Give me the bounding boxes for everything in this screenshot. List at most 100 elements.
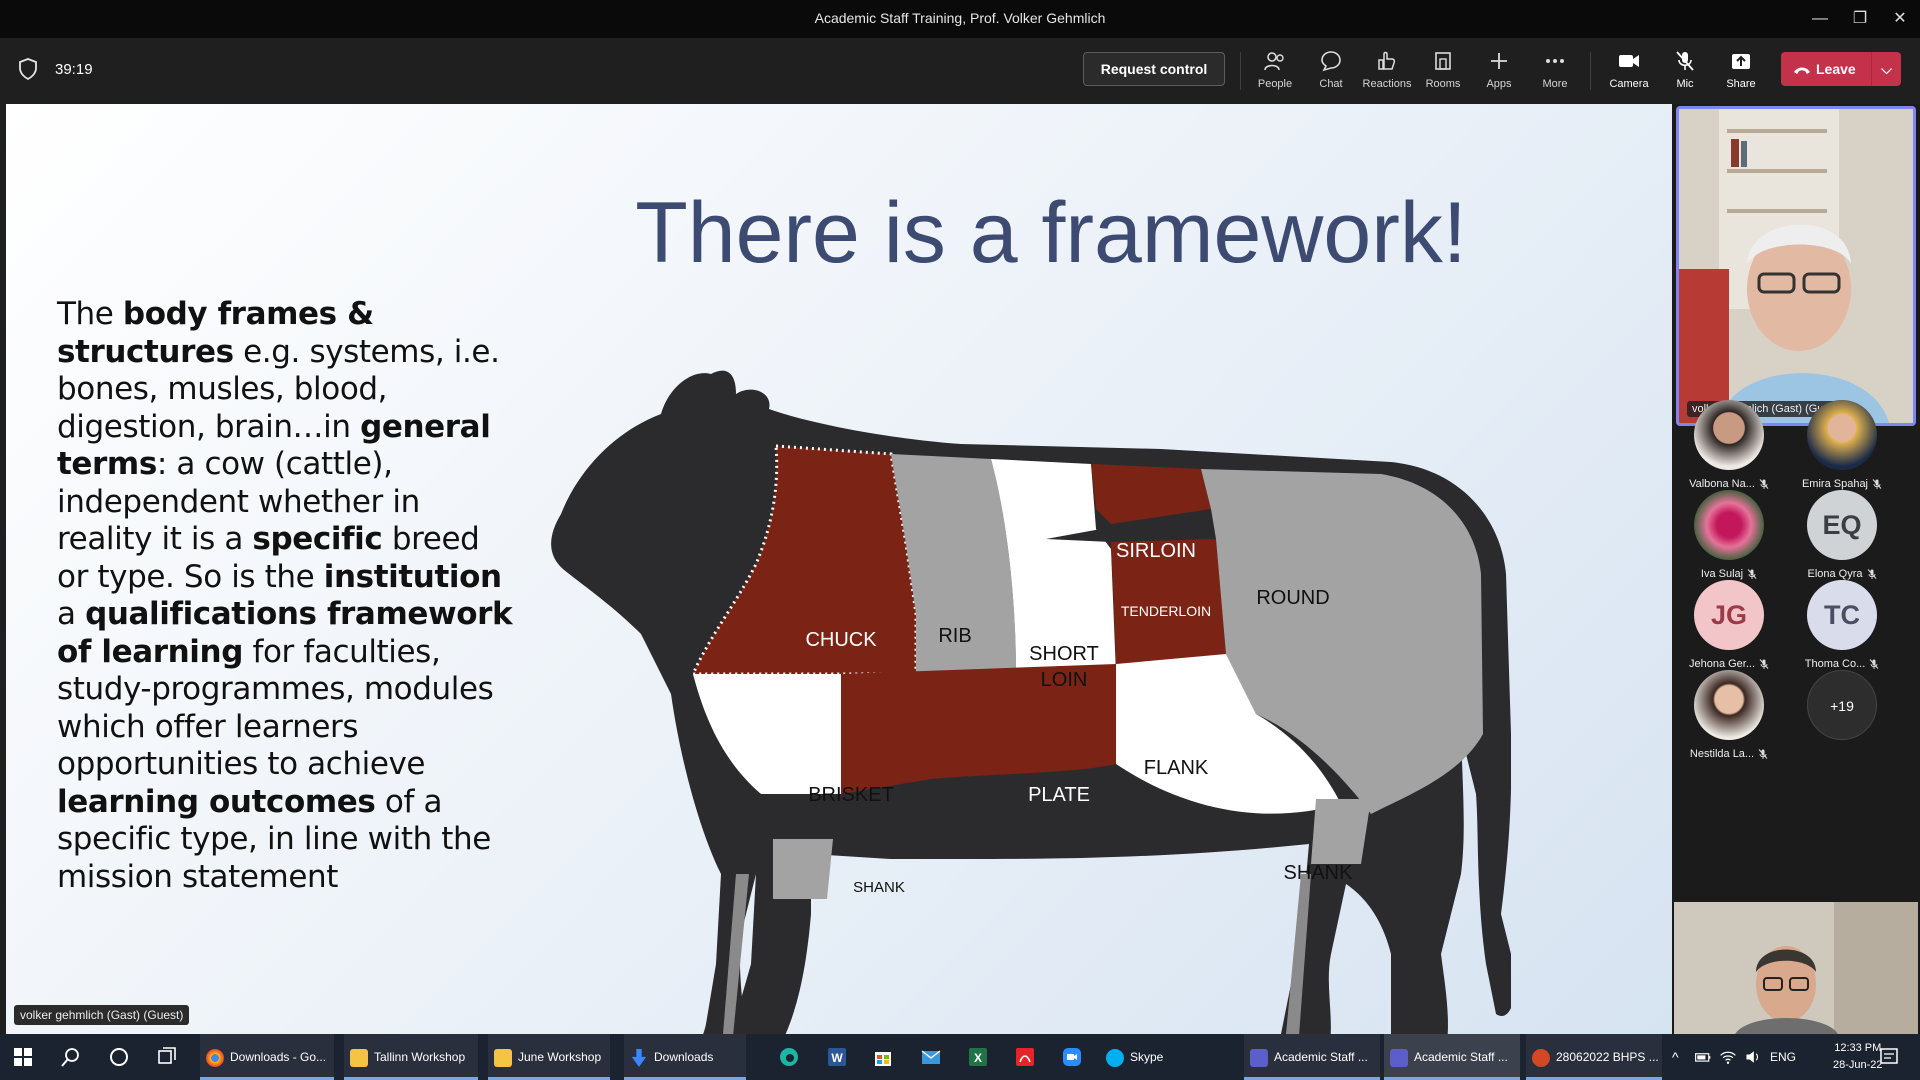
meeting-timer: 39:19 <box>55 61 93 78</box>
mic-off-icon <box>1676 51 1694 71</box>
cow-diagram: CHUCK RIB SHORT LOIN SIRLOIN TENDERLOIN … <box>551 370 1511 1034</box>
self-video-tile[interactable] <box>1674 902 1918 1036</box>
participant-name: Emira Spahaj <box>1801 478 1869 490</box>
label-shank-front: SHANK <box>853 879 905 896</box>
volume-icon[interactable] <box>1744 1046 1762 1068</box>
share-button[interactable]: Share <box>1715 46 1767 96</box>
avatar <box>1694 670 1764 740</box>
avatar: TC <box>1807 580 1877 650</box>
camera-label: Camera <box>1609 78 1649 90</box>
system-clock[interactable]: 12:33 PM 28-Jun-22 <box>1833 1040 1883 1074</box>
window-title-bar: Academic Staff Training, Prof. Volker Ge… <box>0 0 1920 38</box>
taskbar-label: Academic Staff ... <box>1274 1050 1368 1064</box>
mail-icon[interactable] <box>920 1046 942 1068</box>
language-indicator[interactable]: ENG <box>1770 1034 1806 1080</box>
label-bottom-sirloin-2: SIRLOIN <box>1133 690 1213 712</box>
chrome-icon <box>206 1048 224 1067</box>
participant-tile[interactable]: EQ Elona Qyra <box>1787 490 1897 590</box>
excel-icon[interactable]: X <box>967 1046 989 1068</box>
shared-slide: There is a framework! The body frames & … <box>6 104 1672 1034</box>
participant-tile[interactable]: Valbona Na... <box>1674 400 1784 500</box>
toolbar-divider <box>1240 52 1241 90</box>
camera-button[interactable]: Camera <box>1603 46 1655 96</box>
store-icon[interactable] <box>872 1046 894 1068</box>
taskbar-skype[interactable]: Skype <box>1100 1034 1210 1080</box>
avatar-initials: JG <box>1710 600 1748 630</box>
rooms-button[interactable]: Rooms <box>1417 46 1469 96</box>
avatar <box>1694 400 1764 470</box>
participant-tile[interactable]: Nestilda La... <box>1674 670 1784 770</box>
slide-body-text: The body frames & structures e.g. system… <box>57 296 517 896</box>
participant-name: Thoma Co... <box>1804 658 1866 670</box>
slide-title: There is a framework! <box>635 185 1467 281</box>
leave-label: Leave <box>1793 52 1856 86</box>
close-window-button[interactable]: ✕ <box>1880 4 1920 34</box>
participant-name-row: Jehona Ger... <box>1674 658 1784 670</box>
apps-button[interactable]: Apps <box>1473 46 1525 96</box>
people-button[interactable]: People <box>1249 46 1301 96</box>
more-label: More <box>1542 78 1568 90</box>
powerpoint-icon <box>1532 1048 1550 1067</box>
teams-icon <box>1250 1048 1268 1067</box>
notifications-icon[interactable] <box>1878 1046 1900 1068</box>
participant-name: Nestilda La... <box>1689 748 1755 760</box>
participant-tile[interactable]: JG Jehona Ger... <box>1674 580 1784 680</box>
participant-name-row: Iva Sulaj <box>1674 568 1784 580</box>
rooms-icon <box>1435 52 1451 70</box>
task-view-icon[interactable] <box>156 1046 178 1068</box>
battery-icon[interactable] <box>1694 1046 1712 1068</box>
participant-tile[interactable]: Iva Sulaj <box>1674 490 1784 590</box>
avatar: EQ <box>1807 490 1877 560</box>
leave-options-chevron-icon[interactable]: ⌵ <box>1871 52 1901 86</box>
participant-tile[interactable]: Emira Spahaj <box>1787 400 1897 500</box>
wifi-icon[interactable] <box>1719 1046 1737 1068</box>
participant-name-row: Thoma Co... <box>1787 658 1897 670</box>
more-participants-button[interactable]: +19 <box>1787 670 1897 770</box>
label-tenderloin: TENDERLOIN <box>1121 603 1211 619</box>
people-icon <box>1264 52 1284 71</box>
avatar: JG <box>1694 580 1764 650</box>
acrobat-icon[interactable] <box>1014 1046 1036 1068</box>
mic-button[interactable]: Mic <box>1659 46 1711 96</box>
word-icon[interactable]: W <box>826 1046 848 1068</box>
chat-icon <box>1321 51 1341 72</box>
participant-tile[interactable]: TC Thoma Co... <box>1787 580 1897 680</box>
presenter-video-tile[interactable]: volker gehmlich (Gast) (Guest) <box>1676 106 1916 426</box>
chat-button[interactable]: Chat <box>1305 46 1357 96</box>
leave-button[interactable]: Leave ⌵ <box>1781 52 1901 86</box>
cortana-icon[interactable] <box>108 1046 130 1068</box>
chat-label: Chat <box>1319 78 1343 90</box>
label-rib: RIB <box>938 625 971 647</box>
avatar <box>1807 400 1877 470</box>
taskbar-teams-1[interactable]: Academic Staff ... <box>1244 1034 1380 1080</box>
self-video <box>1674 902 1918 1036</box>
svg-text:X: X <box>974 1051 982 1065</box>
download-arrow-icon <box>631 1048 647 1067</box>
label-short-loin-2: LOIN <box>1041 669 1088 691</box>
taskbar-downloads[interactable]: Downloads <box>624 1034 746 1080</box>
svg-text:W: W <box>831 1051 843 1065</box>
slide-body-bold-run: learning outcomes <box>57 783 376 820</box>
more-button[interactable]: More <box>1529 46 1581 96</box>
shield-icon[interactable] <box>18 58 38 80</box>
restore-button[interactable]: ❐ <box>1840 4 1880 34</box>
windows-start-icon[interactable] <box>12 1046 34 1068</box>
request-control-button[interactable]: Request control <box>1083 52 1225 86</box>
taskbar-teams-2[interactable]: Academic Staff ... <box>1384 1034 1520 1080</box>
edge-icon[interactable] <box>778 1046 800 1068</box>
taskbar-folder-june[interactable]: June Workshop <box>488 1034 610 1080</box>
avatar: +19 <box>1807 670 1877 740</box>
search-icon[interactable] <box>60 1046 82 1068</box>
taskbar-label: June Workshop <box>518 1050 602 1064</box>
mic-off-icon <box>1867 569 1876 580</box>
reactions-button[interactable]: Reactions <box>1361 46 1413 96</box>
taskbar-powerpoint[interactable]: 28062022 BHPS ... <box>1526 1034 1662 1080</box>
minimize-button[interactable]: — <box>1800 4 1840 34</box>
zoom-icon[interactable] <box>1061 1046 1083 1068</box>
apps-plus-icon <box>1491 53 1507 69</box>
show-hidden-icons-chevron-icon[interactable]: ^ <box>1672 1034 1686 1080</box>
taskbar-chrome-downloads[interactable]: Downloads - Go... <box>200 1034 334 1080</box>
taskbar-folder-tallinn[interactable]: Tallinn Workshop <box>344 1034 478 1080</box>
reactions-label: Reactions <box>1362 78 1412 90</box>
share-icon <box>1732 54 1750 69</box>
